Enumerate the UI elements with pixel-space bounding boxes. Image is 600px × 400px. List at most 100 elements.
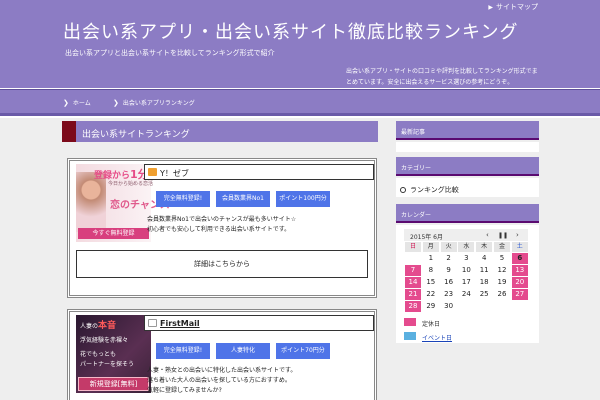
pause-icon[interactable]: ❚❚: [498, 232, 508, 239]
widget-body-recent: [396, 142, 539, 152]
widget-header-recent: 最新記事: [396, 121, 539, 140]
site-title[interactable]: 出会い系アプリ・出会い系サイト徹底比較ランキング: [63, 18, 518, 44]
site-name[interactable]: FirstMail: [160, 319, 200, 328]
site-header: ▶ サイトマップ 出会い系アプリ・出会い系サイト徹底比較ランキング 出会い系アプリ…: [0, 0, 600, 88]
calendar-day[interactable]: 5: [494, 253, 510, 264]
card-description-line: 落ち着いた大人の出会いを探している方におすすめ。: [147, 377, 291, 384]
nav-item-home[interactable]: ❯ ホーム: [63, 98, 91, 107]
site-name-bar: FirstMail: [144, 315, 374, 331]
widget-title: 最新記事: [401, 129, 426, 136]
calendar-day[interactable]: 4: [476, 253, 492, 264]
site-description: 出会い系アプリと出会い系サイトを比較してランキング形式で紹介: [65, 49, 275, 57]
banner-line: 花でもっとも: [80, 351, 117, 358]
calendar-day[interactable]: 28: [405, 301, 421, 312]
ranking-card: 登録から1分 今日から始める恋活 恋のチャンス 今すぐ無料登録 Y！ゼブ 完全無…: [67, 158, 377, 298]
calendar-day[interactable]: 8: [423, 265, 439, 276]
widget-title: カテゴリー: [401, 165, 432, 172]
feature-badge: ポイント70円分: [276, 343, 330, 359]
sitemap-label: サイトマップ: [496, 3, 538, 11]
feature-badge: 完全無料登録!: [156, 191, 210, 207]
banner-subline: 今日から始める恋活: [108, 181, 154, 187]
calendar-header: 2015年 6月 ‹ ❚❚ ›: [404, 229, 528, 241]
site-banner[interactable]: 登録から1分 今日から始める恋活 恋のチャンス 今すぐ無料登録: [76, 164, 170, 242]
calendar-dow: 水: [458, 242, 475, 252]
calendar-day[interactable]: 14: [405, 277, 421, 288]
feature-badge: ポイント100円分: [276, 191, 330, 207]
site-name[interactable]: Y！ゼブ: [160, 168, 189, 179]
detail-button[interactable]: 詳細はこちらから: [76, 250, 368, 278]
header-note: 出会い系アプリ・サイトの口コミや評判を比較してランキング形式でまとめています。安…: [346, 68, 538, 86]
sitemap-link[interactable]: ▶ サイトマップ: [488, 2, 538, 12]
calendar-dow: 火: [440, 242, 457, 252]
feature-badge: 完全無料登録!: [156, 343, 210, 359]
banner-line: パートナーを探そう: [80, 361, 135, 368]
feature-badge: 会員数業界No1: [216, 191, 270, 207]
nav-label: ホーム: [72, 100, 91, 107]
card-description-line: 会員数業界No1で出会いのチャンスが最も多いサイト☆: [147, 216, 297, 223]
calendar-dow: 日: [405, 242, 421, 252]
calendar-dow: 土: [511, 242, 528, 252]
next-month-icon[interactable]: ›: [516, 231, 519, 239]
banner-line: 人妻の本音: [80, 321, 117, 331]
calendar-day[interactable]: 26: [494, 289, 510, 300]
calendar-day[interactable]: 30: [441, 301, 457, 312]
calendar-day[interactable]: 10: [458, 265, 474, 276]
widget-title: カレンダー: [401, 212, 432, 219]
calendar-day[interactable]: 25: [476, 289, 492, 300]
card-description-line: 初心者でも安心して利用できる出会い系サイトです。: [147, 226, 291, 233]
calendar-day[interactable]: 2: [441, 253, 457, 264]
legend-swatch: [404, 332, 416, 340]
calendar-day[interactable]: 17: [458, 277, 474, 288]
category-link[interactable]: ランキング比較: [400, 185, 459, 195]
calendar-day[interactable]: 11: [476, 265, 492, 276]
widget-header-calendar: カレンダー: [396, 204, 539, 223]
section-title-bar: 出会い系サイトランキング: [62, 121, 378, 142]
banner-line: 浮気経験を赤裸々: [80, 337, 129, 344]
nav-label: 出会い系アプリランキング: [122, 100, 195, 107]
calendar-day[interactable]: 7: [405, 265, 421, 276]
calendar-day[interactable]: 27: [511, 289, 528, 300]
calendar-day[interactable]: 1: [423, 253, 439, 264]
prev-month-icon[interactable]: ‹: [486, 231, 489, 239]
legend-label[interactable]: イベント日: [422, 333, 452, 342]
calendar-day[interactable]: 3: [458, 253, 474, 264]
card-description-line: 気軽に登録してみませんか?: [147, 387, 222, 394]
card-description-line: 人妻・熟女との出会いに特化した出会い系サイトです。: [147, 367, 297, 374]
legend-label: 定休日: [422, 321, 441, 328]
calendar-day[interactable]: 24: [458, 289, 474, 300]
calendar-day[interactable]: 15: [423, 277, 439, 288]
calendar-dow: 月: [422, 242, 439, 252]
calendar-month: 2015年 6月: [410, 234, 443, 241]
calendar-day[interactable]: 12: [494, 265, 510, 276]
calendar-day[interactable]: 21: [405, 289, 421, 300]
ranking-card: 人妻の本音 浮気経験を赤裸々 花でもっとも パートナーを探そう 新規登録[無料]…: [67, 309, 377, 400]
global-nav: ❯ ホーム ❯ 出会い系アプリランキング: [0, 89, 600, 116]
widget-header-category: カテゴリー: [396, 157, 539, 176]
category-label: ランキング比較: [410, 186, 459, 194]
calendar-dow: 木: [476, 242, 493, 252]
calendar-day[interactable]: 13: [511, 265, 528, 276]
calendar-day[interactable]: 9: [441, 265, 457, 276]
legend-swatch: [404, 318, 416, 326]
calendar-day[interactable]: 29: [423, 301, 439, 312]
nav-item-app-ranking[interactable]: ❯ 出会い系アプリランキング: [113, 98, 195, 107]
calendar-day[interactable]: 6: [511, 253, 528, 264]
calendar-day[interactable]: 16: [441, 277, 457, 288]
calendar-dow: 金: [494, 242, 510, 252]
site-banner[interactable]: 人妻の本音 浮気経験を赤裸々 花でもっとも パートナーを探そう 新規登録[無料]: [76, 315, 151, 393]
calendar-day[interactable]: 22: [423, 289, 439, 300]
calendar-day[interactable]: 23: [441, 289, 457, 300]
banner-cta: 今すぐ無料登録: [78, 228, 149, 239]
chevron-right-icon: ❯: [113, 99, 119, 107]
chevron-right-icon: ❯: [63, 99, 69, 107]
feature-badge: 人妻特化: [216, 343, 270, 359]
calendar-day[interactable]: 20: [511, 277, 528, 288]
calendar-day[interactable]: 18: [476, 277, 492, 288]
radio-circle-icon: [400, 187, 406, 193]
triangle-right-icon: ▶: [488, 4, 493, 11]
banner-cta: 新規登録[無料]: [78, 377, 149, 391]
calendar-day[interactable]: 19: [494, 277, 510, 288]
image-icon: [148, 319, 157, 327]
site-name-bar: Y！ゼブ: [144, 164, 374, 180]
section-title: 出会い系サイトランキング: [82, 130, 190, 140]
